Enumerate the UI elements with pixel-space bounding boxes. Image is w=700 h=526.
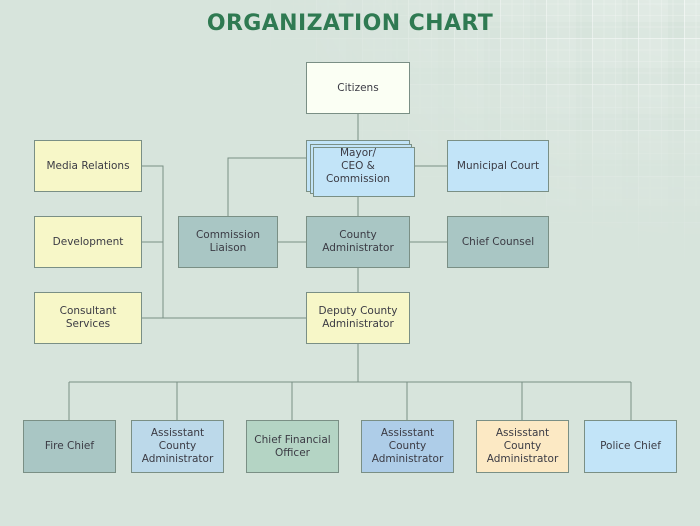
- link-mayor-liaison: [227, 157, 306, 216]
- org-node-mayor[interactable]: Mayor/CEO & Commission: [306, 140, 415, 197]
- org-node-label: Chief Counsel: [461, 235, 535, 248]
- org-node-consultant[interactable]: Consultant Services: [34, 292, 142, 344]
- org-node-label: Citizens: [337, 81, 379, 94]
- org-node-asst3[interactable]: Assisstant County Administrator: [476, 420, 569, 473]
- org-node-asst2[interactable]: Assisstant County Administrator: [361, 420, 454, 473]
- org-node-deputy[interactable]: Deputy County Administrator: [306, 292, 410, 344]
- org-node-label: Development: [52, 235, 124, 248]
- org-node-label: Fire Chief: [44, 440, 95, 452]
- org-node-citizens[interactable]: Citizens: [306, 62, 410, 114]
- org-node-label: Assisstant County Administrator: [486, 427, 559, 465]
- org-node-label: Mayor/CEO & Commission: [325, 146, 391, 185]
- org-node-label: Chief Financial Officer: [254, 433, 331, 459]
- org-node-label: Assisstant County Administrator: [371, 427, 444, 465]
- org-node-label: Consultant Services: [59, 305, 117, 330]
- org-node-label: Media Relations: [46, 159, 130, 172]
- org-node-fire[interactable]: Fire Chief: [23, 420, 116, 473]
- org-node-developm[interactable]: Development: [34, 216, 142, 268]
- org-node-label: Assisstant County Administrator: [141, 427, 214, 465]
- org-node-label: Deputy County Administrator: [318, 305, 398, 330]
- org-node-media[interactable]: Media Relations: [34, 140, 142, 192]
- org-node-county[interactable]: County Administrator: [306, 216, 410, 268]
- org-node-label: Commission Liaison: [195, 229, 261, 254]
- org-node-court[interactable]: Municipal Court: [447, 140, 549, 192]
- page-title: ORGANIZATION CHART: [206, 11, 494, 36]
- org-node-liaison[interactable]: Commission Liaison: [178, 216, 278, 268]
- org-node-police[interactable]: Police Chief: [584, 420, 677, 473]
- org-node-counsel[interactable]: Chief Counsel: [447, 216, 549, 268]
- org-node-label: Municipal Court: [456, 159, 540, 172]
- org-chart-canvas: ORGANIZATION CHART Citizens Mayor/ CEO &…: [0, 0, 700, 526]
- org-node-label: County Administrator: [322, 229, 394, 254]
- org-node-cfo[interactable]: Chief Financial Officer: [246, 420, 339, 473]
- org-node-label: Police Chief: [600, 440, 661, 452]
- org-node-asst1[interactable]: Assisstant County Administrator: [131, 420, 224, 473]
